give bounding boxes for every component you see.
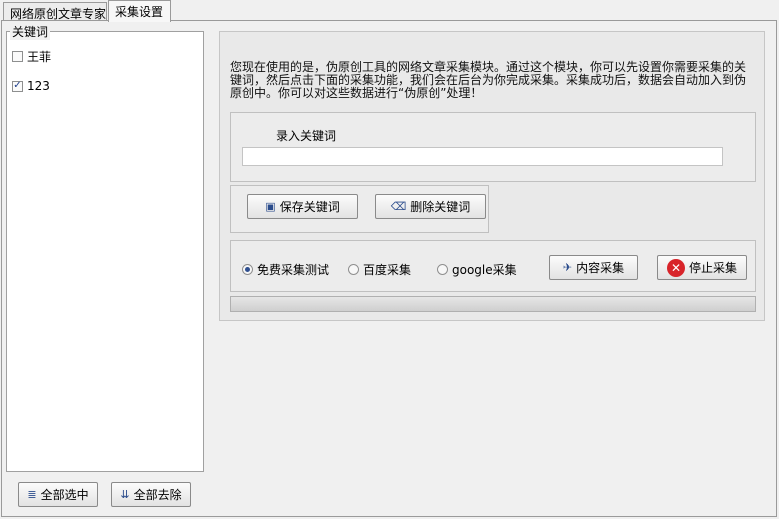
delete-keywords-button[interactable]: ⌫ 删除关键词 xyxy=(375,194,486,219)
stop-icon: ✕ xyxy=(666,258,685,277)
radio-button[interactable] xyxy=(348,264,359,275)
intro-text: 您现在使用的是，伪原创工具的网络文章采集模块。通过这个模块，你可以先设置你需要采… xyxy=(230,60,747,100)
keyword-checkbox[interactable]: ✓ xyxy=(12,80,23,92)
floppy-disk-icon: ▣ xyxy=(265,200,276,213)
save-keywords-button[interactable]: ▣ 保存关键词 xyxy=(247,194,358,219)
radio-button[interactable] xyxy=(242,264,253,275)
remove-all-button[interactable]: ⇊ 全部去除 xyxy=(111,482,191,507)
tab-bar: 网络原创文章专家 采集设置 xyxy=(0,0,779,22)
radio-baidu[interactable]: 百度采集 xyxy=(348,261,411,278)
radio-google[interactable]: google采集 xyxy=(437,261,517,278)
remove-all-icon: ⇊ xyxy=(120,488,130,501)
keyword-label: 123 xyxy=(27,79,50,93)
select-all-button[interactable]: ≣ 全部选中 xyxy=(18,482,98,507)
tab-original-article-expert[interactable]: 网络原创文章专家 xyxy=(3,2,107,21)
keyword-item[interactable]: 王菲 xyxy=(12,48,51,65)
collect-icon: ✈ xyxy=(562,261,573,274)
keyword-item[interactable]: ✓ 123 xyxy=(12,79,50,93)
keyword-input[interactable] xyxy=(242,147,723,166)
select-all-icon: ≣ xyxy=(27,488,37,501)
keywords-legend: 关键词 xyxy=(10,23,51,40)
radio-free-test[interactable]: 免费采集测试 xyxy=(242,261,329,278)
keyword-input-label: 录入关键词 xyxy=(276,129,337,143)
content-collect-button[interactable]: ✈ 内容采集 xyxy=(549,255,638,280)
keyword-list[interactable]: 王菲 ✓ 123 xyxy=(6,31,204,472)
keyword-checkbox[interactable] xyxy=(12,51,23,62)
collection-progress-bar xyxy=(230,296,756,312)
keyword-label: 王菲 xyxy=(27,50,52,64)
stop-collect-button[interactable]: ✕ 停止采集 xyxy=(657,255,747,280)
eraser-icon: ⌫ xyxy=(390,200,407,213)
radio-button[interactable] xyxy=(437,264,448,275)
tab-collection-settings[interactable]: 采集设置 xyxy=(108,0,171,22)
